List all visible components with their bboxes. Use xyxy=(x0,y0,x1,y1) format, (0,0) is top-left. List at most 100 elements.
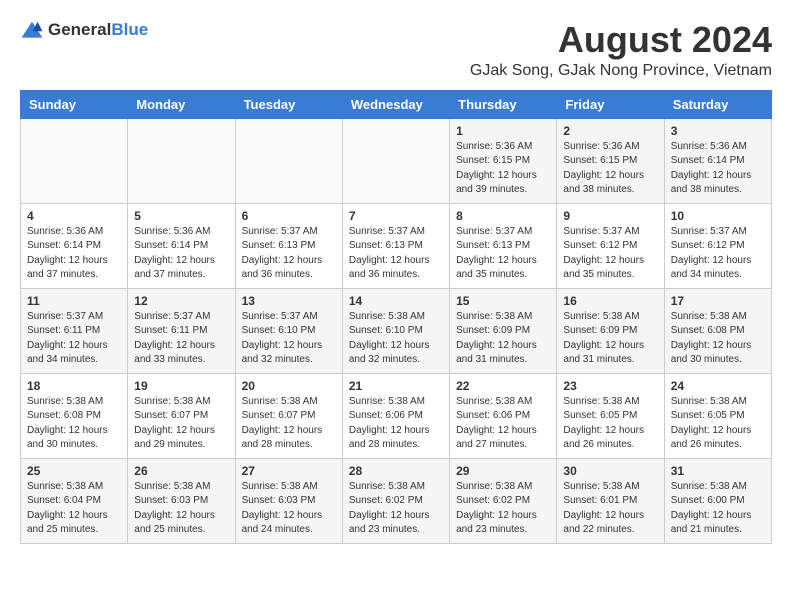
day-info: Sunrise: 5:36 AM Sunset: 6:15 PM Dayligh… xyxy=(563,140,657,198)
day-info: Sunrise: 5:38 AM Sunset: 6:08 PM Dayligh… xyxy=(671,310,765,368)
calendar-day-cell: 28Sunrise: 5:38 AM Sunset: 6:02 PM Dayli… xyxy=(342,458,449,543)
day-info: Sunrise: 5:38 AM Sunset: 6:09 PM Dayligh… xyxy=(563,310,657,368)
calendar-day-cell: 13 Sunrise: 5:37 AM Sunset: 6:10 PM Dayli… xyxy=(235,288,342,373)
day-info: Sunrise: 5:38 AM Sunset: 6:09 PM Dayligh… xyxy=(456,310,550,368)
logo-text-general: General xyxy=(48,20,111,39)
day-number: 1 xyxy=(456,124,550,138)
day-info: Sunrise: 5:37 AM Sunset: 6:13 PM Dayligh… xyxy=(242,225,336,283)
page-header: GeneralBlue August 2024 GJak Song, GJak … xyxy=(20,20,772,80)
calendar-day-cell: 26 Sunrise: 5:38 AM Sunset: 6:03 PM Dayli… xyxy=(128,458,235,543)
day-info: Sunrise: 5:36 AM Sunset: 6:14 PM Dayligh… xyxy=(671,140,765,198)
day-number: 26 xyxy=(134,464,228,478)
calendar-day-cell: 7 Sunrise: 5:37 AM Sunset: 6:13 PM Daylig… xyxy=(342,203,449,288)
calendar-week-row: 18 Sunrise: 5:38 AM Sunset: 6:08 PM Dayli… xyxy=(21,373,772,458)
calendar-day-cell xyxy=(235,118,342,203)
weekday-header-saturday: Saturday xyxy=(664,90,771,118)
day-number: 18 xyxy=(27,379,121,393)
day-info: Sunrise: 5:38 AM Sunset: 6:02 PM Dayligh… xyxy=(349,480,443,538)
calendar-day-cell: 22 Sunrise: 5:38 AM Sunset: 6:06 PM Dayli… xyxy=(450,373,557,458)
calendar-day-cell: 30Sunrise: 5:38 AM Sunset: 6:01 PM Dayli… xyxy=(557,458,664,543)
weekday-header-thursday: Thursday xyxy=(450,90,557,118)
day-info: Sunrise: 5:38 AM Sunset: 6:07 PM Dayligh… xyxy=(134,395,228,453)
day-number: 17 xyxy=(671,294,765,308)
day-number: 22 xyxy=(456,379,550,393)
day-info: Sunrise: 5:38 AM Sunset: 6:07 PM Dayligh… xyxy=(242,395,336,453)
calendar-day-cell: 4 Sunrise: 5:36 AM Sunset: 6:14 PM Daylig… xyxy=(21,203,128,288)
calendar-day-cell: 15 Sunrise: 5:38 AM Sunset: 6:09 PM Dayli… xyxy=(450,288,557,373)
day-number: 27 xyxy=(242,464,336,478)
calendar-week-row: 11Sunrise: 5:37 AM Sunset: 6:11 PM Dayli… xyxy=(21,288,772,373)
calendar-header-row: SundayMondayTuesdayWednesdayThursdayFrid… xyxy=(21,90,772,118)
calendar-day-cell: 9 Sunrise: 5:37 AM Sunset: 6:12 PM Daylig… xyxy=(557,203,664,288)
day-number: 14 xyxy=(349,294,443,308)
calendar-day-cell: 27 Sunrise: 5:38 AM Sunset: 6:03 PM Dayli… xyxy=(235,458,342,543)
day-info: Sunrise: 5:38 AM Sunset: 6:02 PM Dayligh… xyxy=(456,480,550,538)
day-info: Sunrise: 5:38 AM Sunset: 6:03 PM Dayligh… xyxy=(242,480,336,538)
calendar-table: SundayMondayTuesdayWednesdayThursdayFrid… xyxy=(20,90,772,544)
day-number: 13 xyxy=(242,294,336,308)
month-title: August 2024 xyxy=(470,20,772,60)
calendar-day-cell: 20 Sunrise: 5:38 AM Sunset: 6:07 PM Dayli… xyxy=(235,373,342,458)
day-number: 10 xyxy=(671,209,765,223)
day-info: Sunrise: 5:38 AM Sunset: 6:06 PM Dayligh… xyxy=(349,395,443,453)
day-info: Sunrise: 5:38 AM Sunset: 6:03 PM Dayligh… xyxy=(134,480,228,538)
day-number: 9 xyxy=(563,209,657,223)
day-number: 19 xyxy=(134,379,228,393)
day-number: 25 xyxy=(27,464,121,478)
calendar-week-row: 25 Sunrise: 5:38 AM Sunset: 6:04 PM Dayli… xyxy=(21,458,772,543)
day-info: Sunrise: 5:36 AM Sunset: 6:15 PM Dayligh… xyxy=(456,140,550,198)
calendar-day-cell: 31Sunrise: 5:38 AM Sunset: 6:00 PM Dayli… xyxy=(664,458,771,543)
day-info: Sunrise: 5:38 AM Sunset: 6:06 PM Dayligh… xyxy=(456,395,550,453)
calendar-day-cell: 19 Sunrise: 5:38 AM Sunset: 6:07 PM Dayli… xyxy=(128,373,235,458)
calendar-day-cell: 2 Sunrise: 5:36 AM Sunset: 6:15 PM Daylig… xyxy=(557,118,664,203)
day-info: Sunrise: 5:37 AM Sunset: 6:12 PM Dayligh… xyxy=(563,225,657,283)
day-info: Sunrise: 5:38 AM Sunset: 6:08 PM Dayligh… xyxy=(27,395,121,453)
calendar-day-cell: 11Sunrise: 5:37 AM Sunset: 6:11 PM Dayli… xyxy=(21,288,128,373)
weekday-header-wednesday: Wednesday xyxy=(342,90,449,118)
day-number: 2 xyxy=(563,124,657,138)
day-number: 3 xyxy=(671,124,765,138)
calendar-day-cell: 12Sunrise: 5:37 AM Sunset: 6:11 PM Dayli… xyxy=(128,288,235,373)
calendar-day-cell: 21 Sunrise: 5:38 AM Sunset: 6:06 PM Dayli… xyxy=(342,373,449,458)
calendar-day-cell: 6Sunrise: 5:37 AM Sunset: 6:13 PM Daylig… xyxy=(235,203,342,288)
day-number: 29 xyxy=(456,464,550,478)
calendar-day-cell: 3 Sunrise: 5:36 AM Sunset: 6:14 PM Daylig… xyxy=(664,118,771,203)
day-number: 24 xyxy=(671,379,765,393)
day-number: 7 xyxy=(349,209,443,223)
calendar-day-cell: 1 Sunrise: 5:36 AM Sunset: 6:15 PM Daylig… xyxy=(450,118,557,203)
calendar-day-cell xyxy=(128,118,235,203)
calendar-day-cell: 18 Sunrise: 5:38 AM Sunset: 6:08 PM Dayli… xyxy=(21,373,128,458)
day-number: 23 xyxy=(563,379,657,393)
day-info: Sunrise: 5:38 AM Sunset: 6:05 PM Dayligh… xyxy=(563,395,657,453)
calendar-day-cell: 24 Sunrise: 5:38 AM Sunset: 6:05 PM Dayli… xyxy=(664,373,771,458)
calendar-week-row: 4 Sunrise: 5:36 AM Sunset: 6:14 PM Daylig… xyxy=(21,203,772,288)
day-info: Sunrise: 5:38 AM Sunset: 6:04 PM Dayligh… xyxy=(27,480,121,538)
logo: GeneralBlue xyxy=(20,20,148,40)
day-info: Sunrise: 5:37 AM Sunset: 6:10 PM Dayligh… xyxy=(242,310,336,368)
day-number: 8 xyxy=(456,209,550,223)
weekday-header-sunday: Sunday xyxy=(21,90,128,118)
location-title: GJak Song, GJak Nong Province, Vietnam xyxy=(470,62,772,80)
calendar-day-cell: 8 Sunrise: 5:37 AM Sunset: 6:13 PM Daylig… xyxy=(450,203,557,288)
day-number: 20 xyxy=(242,379,336,393)
calendar-day-cell: 16Sunrise: 5:38 AM Sunset: 6:09 PM Dayli… xyxy=(557,288,664,373)
day-number: 21 xyxy=(349,379,443,393)
calendar-day-cell xyxy=(21,118,128,203)
logo-icon xyxy=(20,20,44,40)
day-number: 4 xyxy=(27,209,121,223)
day-info: Sunrise: 5:37 AM Sunset: 6:13 PM Dayligh… xyxy=(456,225,550,283)
calendar-week-row: 1 Sunrise: 5:36 AM Sunset: 6:15 PM Daylig… xyxy=(21,118,772,203)
day-info: Sunrise: 5:37 AM Sunset: 6:12 PM Dayligh… xyxy=(671,225,765,283)
day-info: Sunrise: 5:38 AM Sunset: 6:05 PM Dayligh… xyxy=(671,395,765,453)
day-info: Sunrise: 5:38 AM Sunset: 6:10 PM Dayligh… xyxy=(349,310,443,368)
calendar-day-cell: 25 Sunrise: 5:38 AM Sunset: 6:04 PM Dayli… xyxy=(21,458,128,543)
day-info: Sunrise: 5:37 AM Sunset: 6:13 PM Dayligh… xyxy=(349,225,443,283)
day-number: 15 xyxy=(456,294,550,308)
day-info: Sunrise: 5:36 AM Sunset: 6:14 PM Dayligh… xyxy=(27,225,121,283)
logo-text-blue: Blue xyxy=(111,20,148,39)
calendar-day-cell: 29 Sunrise: 5:38 AM Sunset: 6:02 PM Dayli… xyxy=(450,458,557,543)
weekday-header-tuesday: Tuesday xyxy=(235,90,342,118)
day-info: Sunrise: 5:37 AM Sunset: 6:11 PM Dayligh… xyxy=(27,310,121,368)
day-number: 31 xyxy=(671,464,765,478)
weekday-header-monday: Monday xyxy=(128,90,235,118)
